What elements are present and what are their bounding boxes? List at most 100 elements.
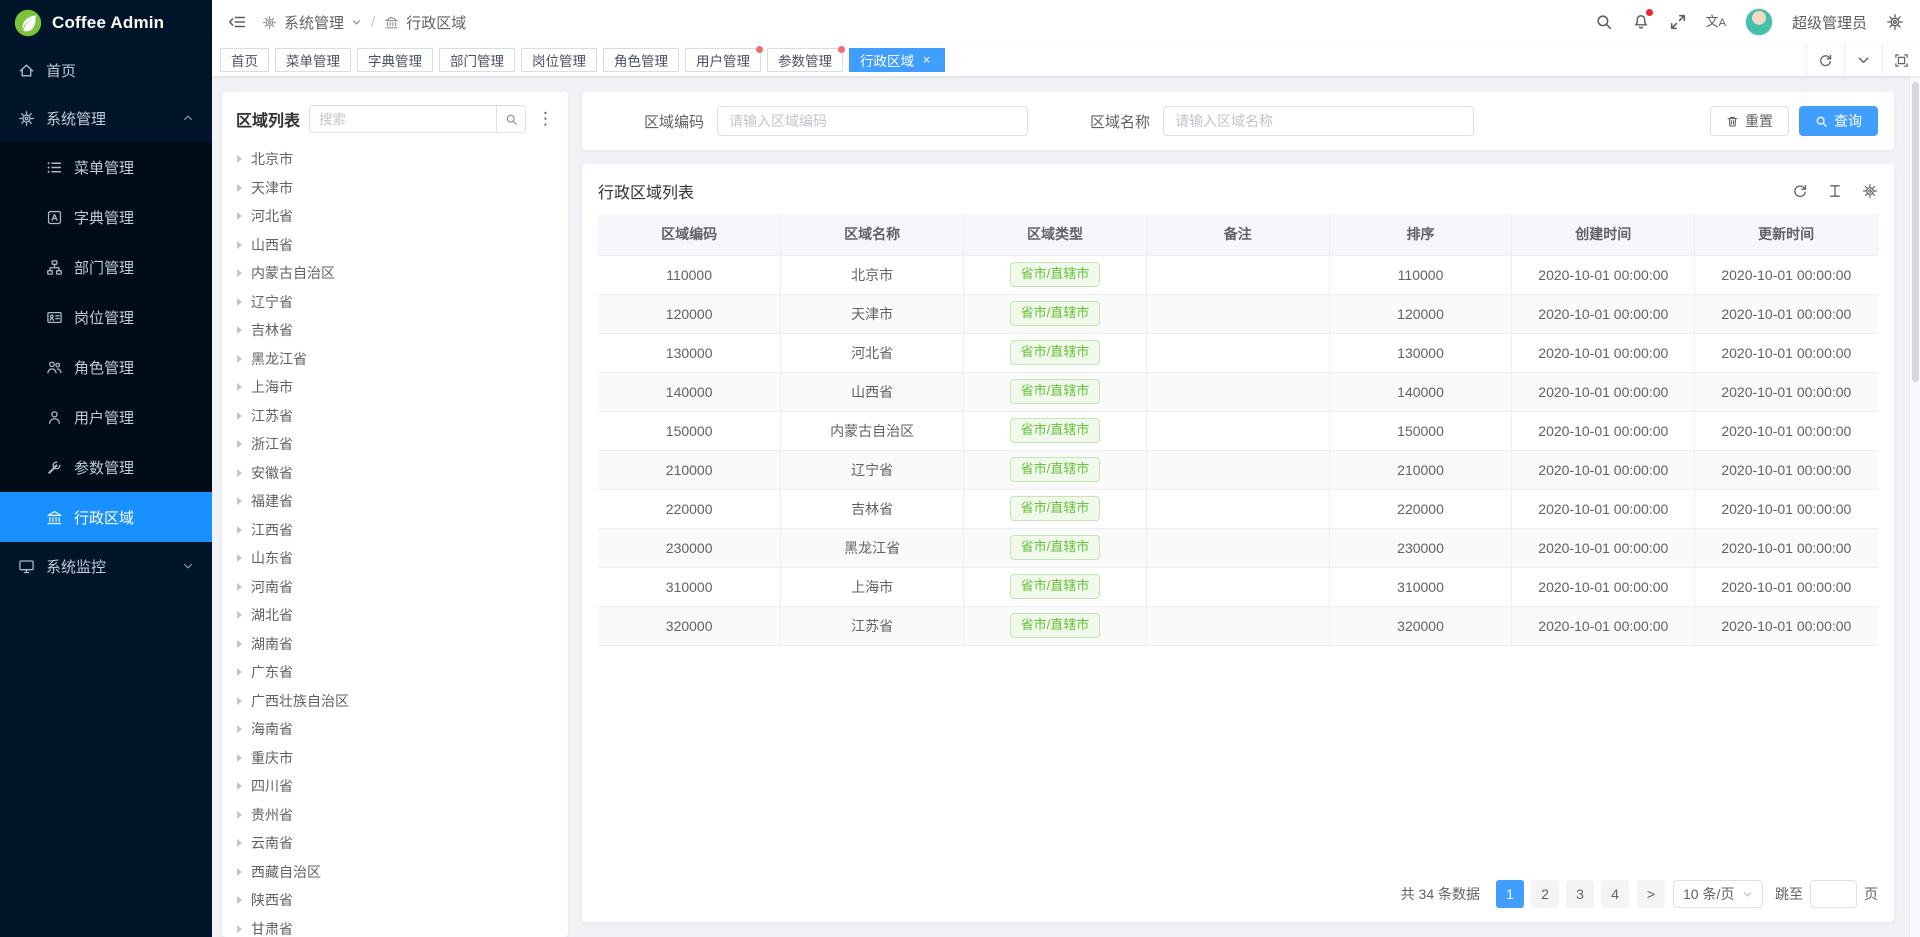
table-row[interactable]: 320000 江苏省 省市/直辖市 320000 2020-10-01 00:0… [598,606,1878,645]
tree-item[interactable]: 辽宁省 [222,288,568,317]
table-row[interactable]: 120000 天津市 省市/直辖市 120000 2020-10-01 00:0… [598,294,1878,333]
caret-right-icon[interactable] [237,469,242,477]
table-row[interactable]: 130000 河北省 省市/直辖市 130000 2020-10-01 00:0… [598,333,1878,372]
page-number-button[interactable]: 1 [1496,880,1524,908]
app-logo[interactable]: Coffee Admin [0,0,212,46]
sidebar-item-param-mgmt[interactable]: 参数管理 [0,442,212,492]
view-tab[interactable]: 参数管理 × [767,48,843,72]
tree-item[interactable]: 山东省 [222,544,568,573]
caret-right-icon[interactable] [237,868,242,876]
page-scrollbar-track[interactable] [1909,76,1920,937]
caret-right-icon[interactable] [237,782,242,790]
region-name-input[interactable] [1163,106,1474,136]
tree-item[interactable]: 广东省 [222,658,568,687]
table-column-header[interactable]: 区域类型 [964,214,1147,255]
search-icon[interactable] [1595,13,1613,31]
page-number-button[interactable]: 2 [1531,880,1559,908]
caret-right-icon[interactable] [237,241,242,249]
table-row[interactable]: 310000 上海市 省市/直辖市 310000 2020-10-01 00:0… [598,567,1878,606]
page-size-select[interactable]: 10 条/页 [1673,880,1763,908]
page-scrollbar-thumb[interactable] [1912,82,1919,382]
search-button[interactable]: 查询 [1799,106,1878,136]
sidebar-item-dept-mgmt[interactable]: 部门管理 [0,242,212,292]
tree-item[interactable]: 天津市 [222,174,568,203]
tree-item[interactable]: 重庆市 [222,744,568,773]
breadcrumb-section[interactable]: 系统管理 [284,12,344,33]
page-number-button[interactable]: 4 [1601,880,1629,908]
caret-right-icon[interactable] [237,526,242,534]
caret-right-icon[interactable] [237,611,242,619]
caret-right-icon[interactable] [237,839,242,847]
caret-right-icon[interactable] [237,725,242,733]
sidebar-item-system[interactable]: 系统管理 [0,94,212,142]
page-jump-input[interactable] [1810,880,1857,908]
caret-right-icon[interactable] [237,298,242,306]
reset-button[interactable]: 重置 [1710,106,1789,136]
table-column-header[interactable]: 备注 [1146,214,1329,255]
tree-more-menu-icon[interactable]: ⋮ [535,109,556,129]
caret-right-icon[interactable] [237,896,242,904]
caret-right-icon[interactable] [237,212,242,220]
sidebar-item-menu-mgmt[interactable]: 菜单管理 [0,142,212,192]
tree-item[interactable]: 安徽省 [222,459,568,488]
table-row[interactable]: 210000 辽宁省 省市/直辖市 210000 2020-10-01 00:0… [598,450,1878,489]
caret-right-icon[interactable] [237,184,242,192]
caret-right-icon[interactable] [237,383,242,391]
tree-item[interactable]: 黑龙江省 [222,345,568,374]
view-tab[interactable]: 岗位管理 × [521,48,597,72]
sidebar-item-home[interactable]: 首页 [0,46,212,94]
current-user-name[interactable]: 超级管理员 [1792,12,1867,33]
tree-item[interactable]: 内蒙古自治区 [222,259,568,288]
view-tab[interactable]: 部门管理 × [439,48,515,72]
avatar[interactable] [1745,8,1773,36]
tree-item[interactable]: 广西壮族自治区 [222,687,568,716]
table-row[interactable]: 150000 内蒙古自治区 省市/直辖市 150000 2020-10-01 0… [598,411,1878,450]
tree-item[interactable]: 湖南省 [222,630,568,659]
tree-item[interactable]: 上海市 [222,373,568,402]
sidebar-item-monitor[interactable]: 系统监控 [0,542,212,590]
caret-right-icon[interactable] [237,355,242,363]
refresh-view-button[interactable] [1806,44,1844,76]
table-column-header[interactable]: 创建时间 [1512,214,1695,255]
caret-right-icon[interactable] [237,754,242,762]
sidebar-item-region[interactable]: 行政区域 [0,492,212,542]
page-number-button[interactable]: 3 [1566,880,1594,908]
region-code-input[interactable] [717,106,1028,136]
fullscreen-icon[interactable] [1669,13,1687,31]
table-column-header[interactable]: 区域名称 [781,214,964,255]
caret-right-icon[interactable] [237,554,242,562]
tree-search-button[interactable] [496,105,526,133]
tree-item[interactable]: 山西省 [222,231,568,260]
view-tab[interactable]: 字典管理 × [357,48,433,72]
caret-right-icon[interactable] [237,640,242,648]
tree-item[interactable]: 贵州省 [222,801,568,830]
view-tab[interactable]: 菜单管理 × [275,48,351,72]
caret-right-icon[interactable] [237,925,242,933]
sidebar-item-dict-mgmt[interactable]: 字典管理 [0,192,212,242]
table-row[interactable]: 140000 山西省 省市/直辖市 140000 2020-10-01 00:0… [598,372,1878,411]
caret-right-icon[interactable] [237,497,242,505]
caret-right-icon[interactable] [237,668,242,676]
caret-right-icon[interactable] [237,155,242,163]
maximize-view-button[interactable] [1882,44,1920,76]
tab-close-icon[interactable]: × [919,53,934,68]
tree-item[interactable]: 江西省 [222,516,568,545]
caret-right-icon[interactable] [237,326,242,334]
table-column-header[interactable]: 排序 [1329,214,1512,255]
tree-item[interactable]: 吉林省 [222,316,568,345]
tree-item[interactable]: 西藏自治区 [222,858,568,887]
settings-gear-icon[interactable] [1886,13,1904,31]
tree-item[interactable]: 福建省 [222,487,568,516]
caret-right-icon[interactable] [237,440,242,448]
caret-right-icon[interactable] [237,811,242,819]
table-row[interactable]: 220000 吉林省 省市/直辖市 220000 2020-10-01 00:0… [598,489,1878,528]
tree-item[interactable]: 四川省 [222,772,568,801]
tree-item[interactable]: 江苏省 [222,402,568,431]
refresh-icon[interactable] [1792,183,1808,199]
next-page-button[interactable]: > [1637,880,1665,908]
tree-item[interactable]: 海南省 [222,715,568,744]
sidebar-item-user-mgmt[interactable]: 用户管理 [0,392,212,442]
sidebar-item-role-mgmt[interactable]: 角色管理 [0,342,212,392]
tree-item[interactable]: 河南省 [222,573,568,602]
caret-right-icon[interactable] [237,697,242,705]
